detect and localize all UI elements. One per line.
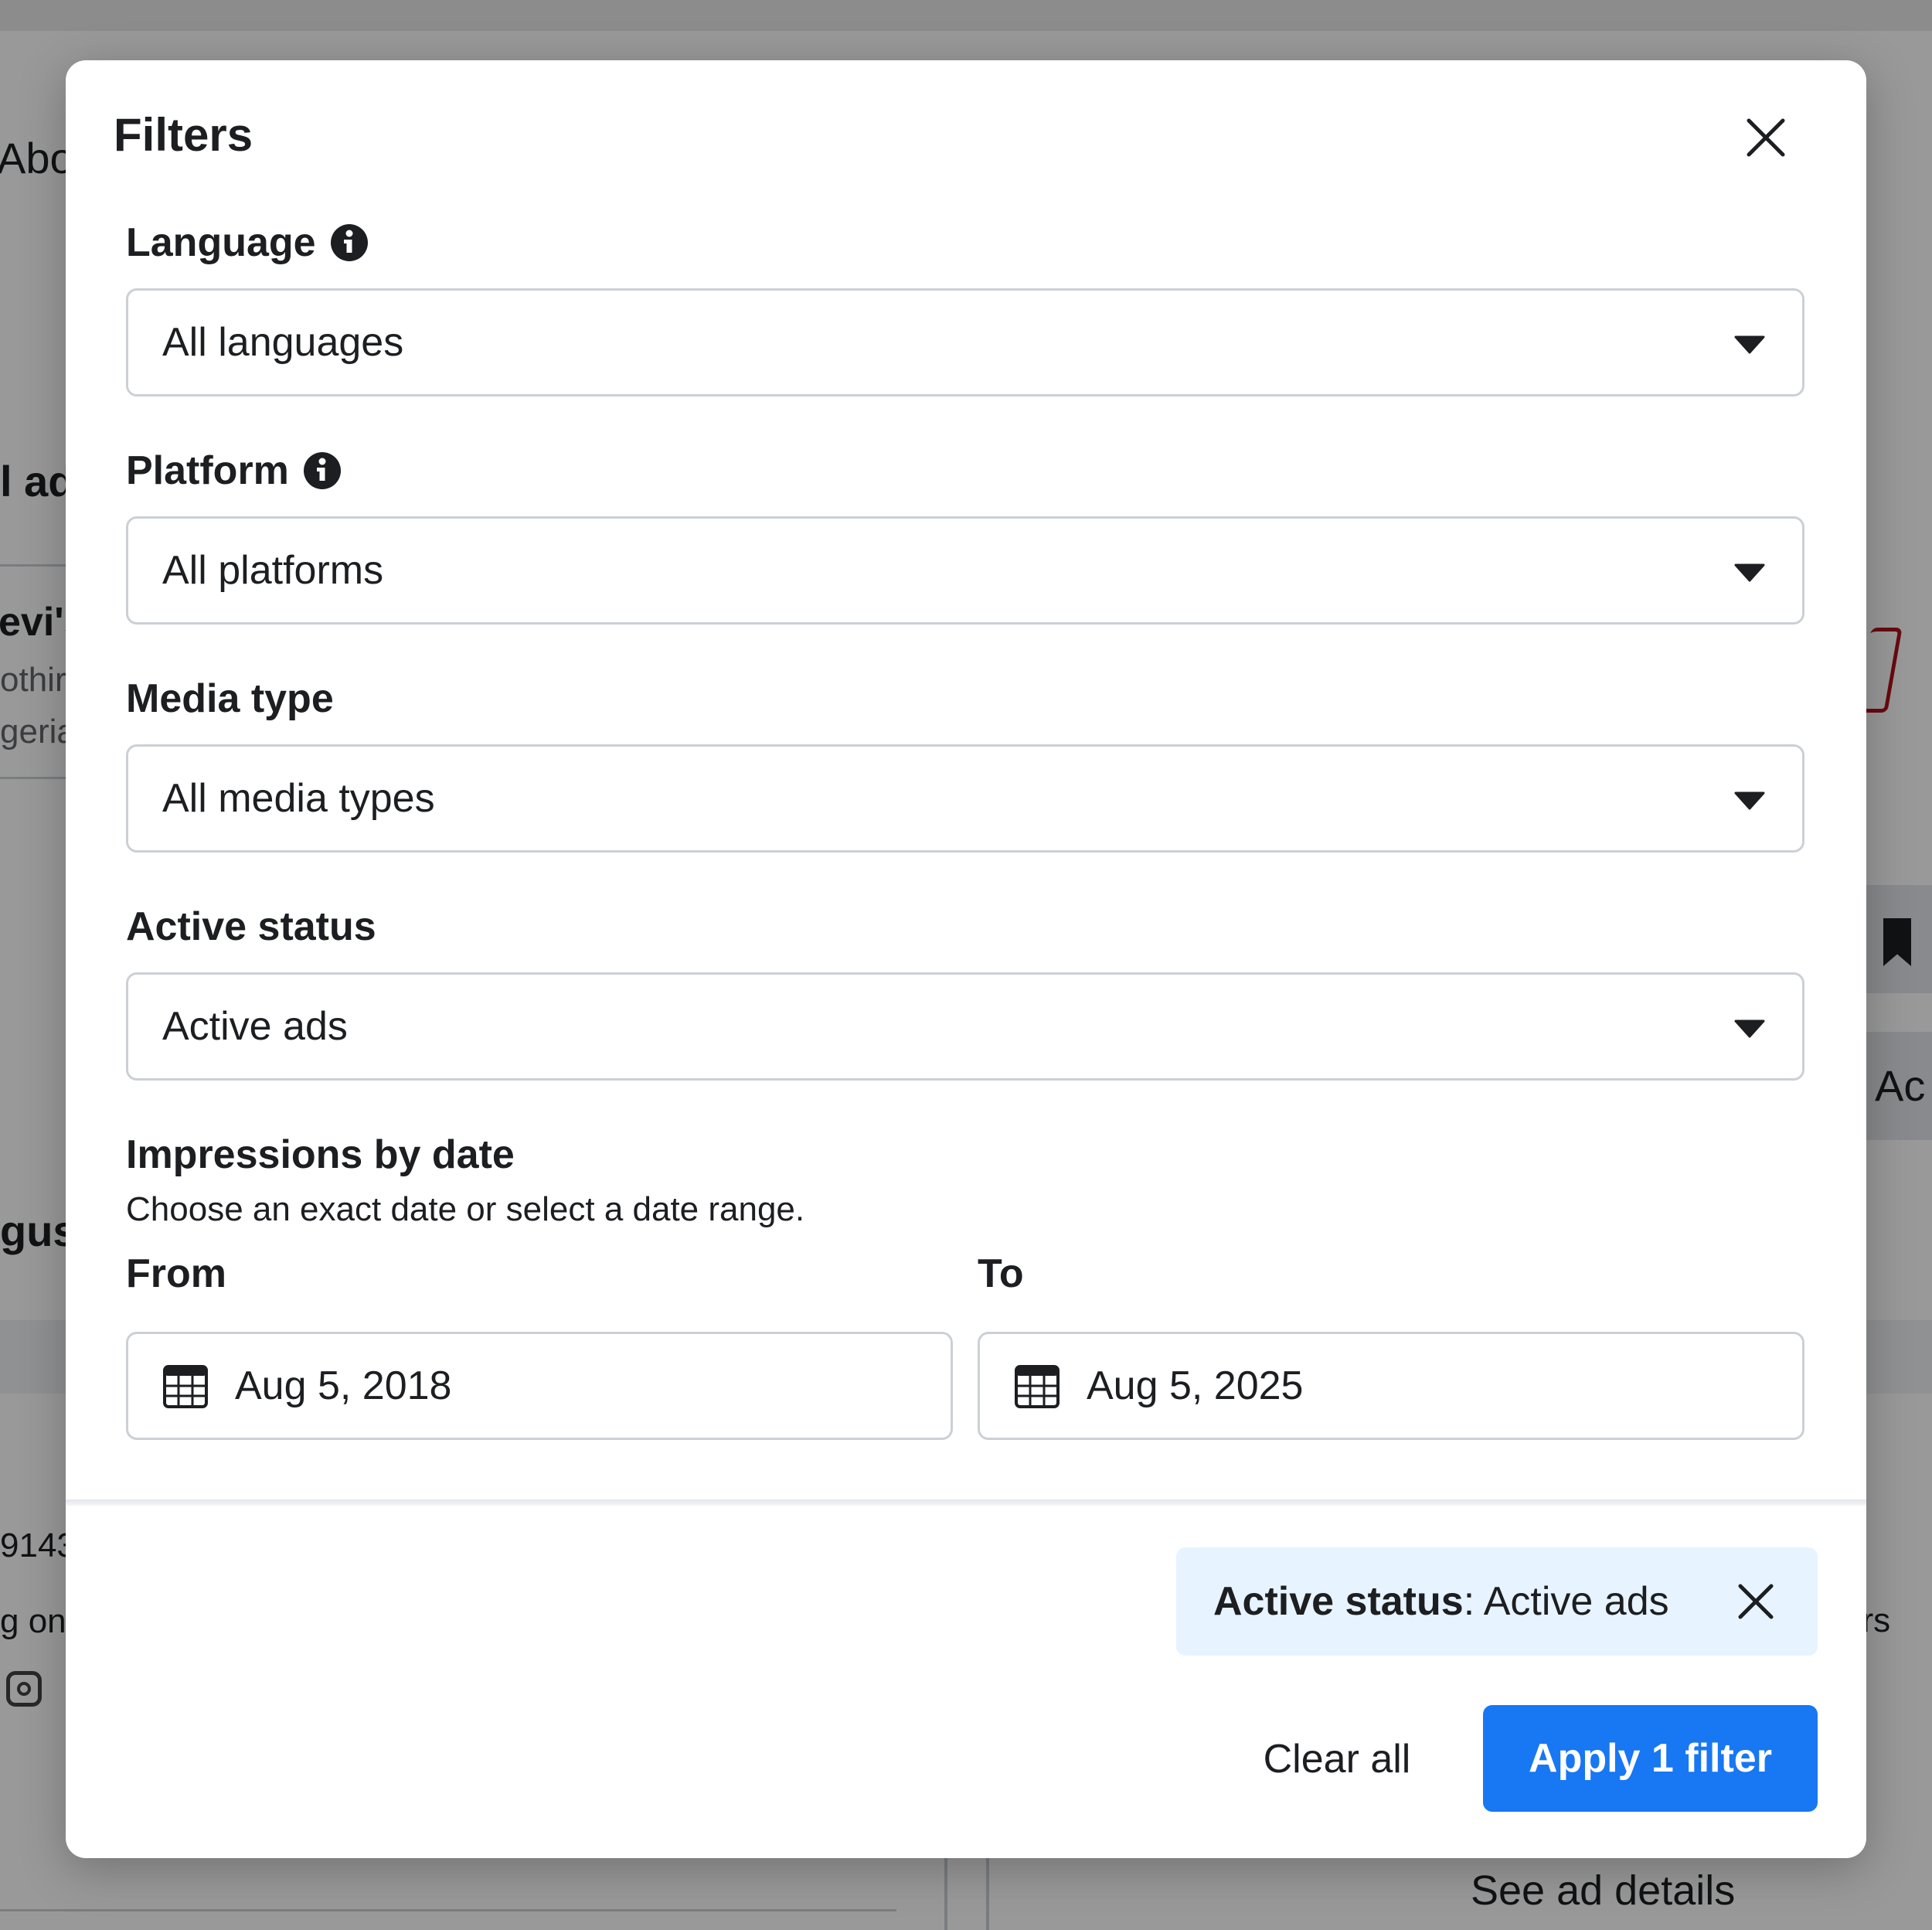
to-label: To <box>978 1251 1024 1296</box>
info-icon[interactable] <box>330 223 369 262</box>
from-date-input[interactable]: Aug 5, 2018 <box>126 1332 953 1440</box>
close-icon <box>1738 1584 1774 1619</box>
language-label-text: Language <box>126 220 316 265</box>
impressions-label: Impressions by date <box>126 1132 515 1178</box>
platform-select[interactable]: All platforms <box>126 516 1804 625</box>
media-type-select-value: All media types <box>162 776 435 821</box>
calendar-icon <box>163 1365 208 1408</box>
chevron-down-icon <box>1734 335 1765 354</box>
chevron-down-icon <box>1734 1019 1765 1038</box>
clear-all-button[interactable]: Clear all <box>1248 1705 1426 1813</box>
language-label: Language <box>126 220 369 266</box>
active-status-select[interactable]: Active ads <box>126 972 1804 1081</box>
calendar-icon <box>1015 1365 1060 1408</box>
dialog-title: Filters <box>114 109 253 161</box>
from-label: From <box>126 1251 226 1296</box>
media-type-select[interactable]: All media types <box>126 744 1804 853</box>
platform-select-value: All platforms <box>162 548 384 593</box>
chip-label: Active status: Active ads <box>1213 1578 1669 1625</box>
language-select[interactable]: All languages <box>126 288 1804 397</box>
close-button[interactable] <box>1735 107 1797 168</box>
active-status-label-text: Active status <box>126 904 376 949</box>
close-icon <box>1747 118 1785 157</box>
platform-label: Platform <box>126 448 342 494</box>
active-status-select-value: Active ads <box>162 1004 348 1049</box>
language-select-value: All languages <box>162 320 404 365</box>
impressions-label-text: Impressions by date <box>126 1132 515 1177</box>
impressions-helper-text: Choose an exact date or select a date ra… <box>126 1190 805 1228</box>
applied-filter-chip: Active status: Active ads <box>1176 1547 1818 1656</box>
active-status-label: Active status <box>126 904 376 950</box>
apply-filter-button[interactable]: Apply 1 filter <box>1483 1705 1818 1812</box>
media-type-label: Media type <box>126 676 334 722</box>
info-icon[interactable] <box>303 451 342 490</box>
chip-separator: : <box>1463 1579 1484 1624</box>
filters-dialog: Filters Language All languages Platform <box>66 60 1866 1858</box>
media-type-label-text: Media type <box>126 676 334 721</box>
platform-label-text: Platform <box>126 448 289 493</box>
to-date-input[interactable]: Aug 5, 2025 <box>978 1332 1804 1440</box>
from-date-value: Aug 5, 2018 <box>235 1363 452 1408</box>
chip-key: Active status <box>1213 1579 1464 1624</box>
footer-divider <box>66 1499 1866 1506</box>
chevron-down-icon <box>1734 791 1765 810</box>
to-date-value: Aug 5, 2025 <box>1087 1363 1304 1408</box>
chevron-down-icon <box>1734 563 1765 582</box>
chip-value: Active ads <box>1483 1579 1669 1624</box>
remove-filter-button[interactable] <box>1733 1578 1779 1625</box>
